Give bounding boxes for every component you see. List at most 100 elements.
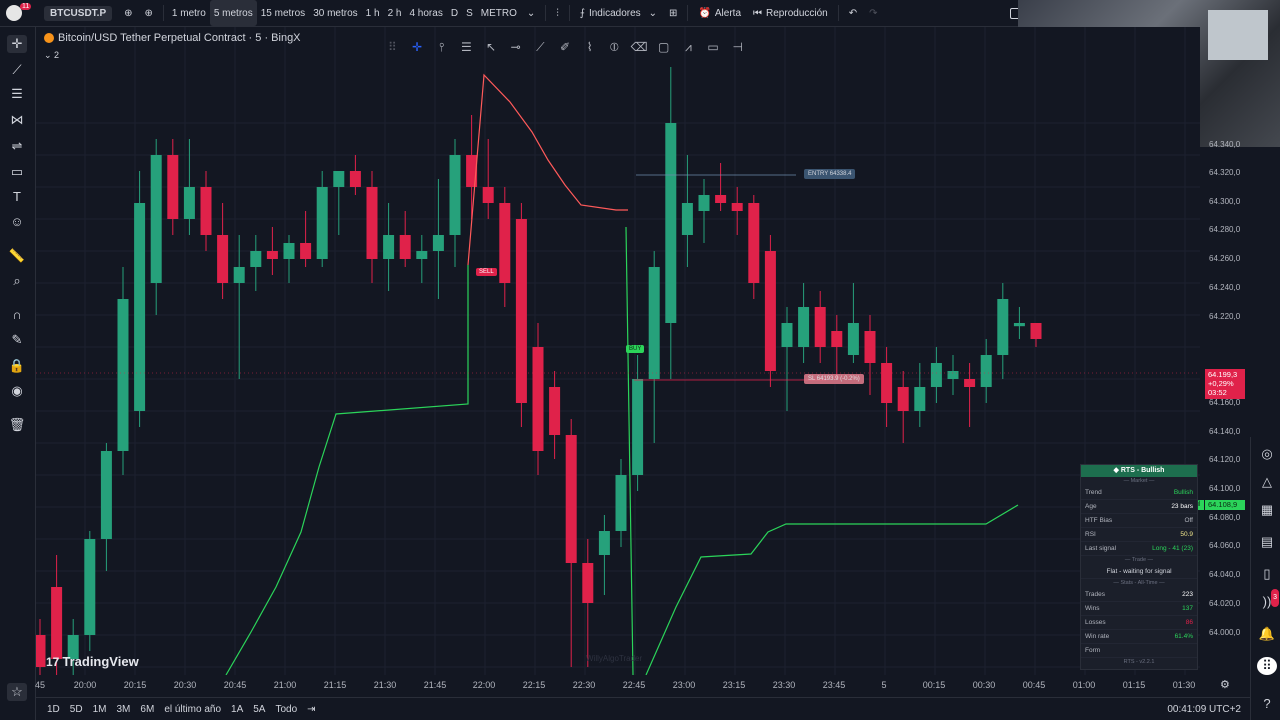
profile-button[interactable]: 11 <box>0 0 32 26</box>
pattern-icon[interactable]: ⋈ <box>7 111 27 129</box>
zoom-icon[interactable]: ⌕ <box>7 272 27 290</box>
timeframe-button[interactable]: 5 metros <box>209 0 257 26</box>
crosshair-icon[interactable]: ✛ <box>7 35 27 53</box>
vertical-line-icon[interactable]: ⦶ <box>602 40 627 55</box>
undo-button[interactable]: ↶ <box>843 0 863 26</box>
ray-icon[interactable]: ⟋ <box>528 40 553 55</box>
range-button[interactable]: 1D <box>42 704 65 715</box>
rts-row-label: RSI <box>1085 531 1096 538</box>
trend-line-icon[interactable]: ⟋ <box>7 61 27 79</box>
alert-button[interactable]: ⏰ Alerta <box>692 0 747 26</box>
favorites-icon[interactable]: ☆ <box>7 683 27 701</box>
polyline-icon[interactable]: ⩘ <box>676 40 701 55</box>
candle-body <box>665 123 677 323</box>
indicators-button[interactable]: ⨍ Indicadores ⌄ <box>574 0 663 26</box>
eye-icon[interactable]: ◉ <box>7 382 27 400</box>
apps-grid-icon[interactable]: ⠿ <box>1257 657 1277 675</box>
candle-body <box>233 267 245 283</box>
path-icon[interactable]: ⌇ <box>577 40 602 54</box>
trash-icon[interactable]: 🗑 <box>7 416 27 434</box>
candles-icon: ⫶ <box>556 7 559 19</box>
symbol-search-button[interactable]: BTCUSDT.P <box>38 0 118 26</box>
layouts-button[interactable]: ⊞ <box>663 0 683 26</box>
timeframe-dropdown[interactable]: ⌄ <box>521 0 541 26</box>
legend-title[interactable]: Bitcoin/USD Tether Perpetual Contract · … <box>44 32 301 44</box>
rectangle-icon[interactable]: ▢ <box>651 40 676 54</box>
long-position-icon[interactable]: ⫯ <box>429 40 454 55</box>
redo-button[interactable]: ↷ <box>863 0 883 26</box>
time-axis[interactable]: 45 20:00 20:15 20:30 20:45 21:00 21:15 21:30 21:… <box>35 676 1250 694</box>
range-button[interactable]: 6M <box>135 704 159 715</box>
prediction-icon[interactable]: ⇌ <box>7 137 27 155</box>
candle-body <box>947 371 959 379</box>
target-icon[interactable]: ◎ <box>1257 445 1277 463</box>
timeframe-button[interactable]: 4 horas <box>405 0 446 26</box>
crosshair-icon[interactable]: ✛ <box>405 40 430 54</box>
range-button[interactable]: el último año <box>159 704 226 715</box>
range-button[interactable]: Todo <box>270 704 302 715</box>
screener-icon[interactable]: ▯ <box>1257 565 1277 583</box>
stream-icon[interactable]: )) 3 <box>1257 589 1279 611</box>
ideas-icon[interactable]: △ <box>1257 473 1277 491</box>
rts-row-value: 223 <box>1182 591 1193 598</box>
cursor-icon[interactable]: ↖ <box>479 40 504 54</box>
price-axis-label: 64.020,0 <box>1209 599 1241 608</box>
range-button[interactable]: 5D <box>65 704 88 715</box>
buy-label: BUY <box>626 345 645 353</box>
ruler-icon[interactable]: 📏 <box>7 247 27 265</box>
compare-button[interactable]: ⊕ <box>118 0 138 26</box>
range-button[interactable]: 1A <box>226 704 248 715</box>
settings-icon[interactable]: ⚙ <box>1220 678 1230 691</box>
candle-body <box>217 235 229 283</box>
eraser-icon[interactable]: ⌫ <box>627 40 652 54</box>
text-icon[interactable]: T <box>7 188 27 206</box>
candle-body <box>582 563 594 603</box>
data-window-icon[interactable]: ▤ <box>1257 533 1277 551</box>
rts-section-market-label: Market <box>1130 478 1148 484</box>
time-axis-label: 21:00 <box>273 680 297 690</box>
range-button[interactable]: 1M <box>88 704 112 715</box>
timeframe-button[interactable]: 1 h <box>362 0 384 26</box>
help-icon[interactable]: ? <box>1257 695 1277 713</box>
timeframe-button[interactable]: METRO <box>477 0 521 26</box>
calendar-icon[interactable]: ▦ <box>1257 501 1277 519</box>
candle-body <box>84 539 96 635</box>
timeframe-button[interactable]: D <box>447 0 462 26</box>
price-axis[interactable]: 64.340,0 64.320,0 64.300,0 64.280,0 64.260,0… <box>1200 27 1250 675</box>
brush-icon[interactable]: ✐ <box>553 40 578 54</box>
date-range-icon[interactable]: ⇥ <box>302 704 320 715</box>
candle-body <box>997 299 1009 355</box>
magnet-icon[interactable]: ∩ <box>7 306 27 324</box>
rts-row-label: Wins <box>1085 605 1100 612</box>
fib-icon[interactable]: ☰ <box>454 40 479 54</box>
timeframe-button[interactable]: S <box>462 0 477 26</box>
timeframe-button[interactable]: 15 metros <box>257 0 309 26</box>
rts-row: Win rate 61.4% <box>1081 630 1197 644</box>
timeframe-button[interactable]: 2 h <box>384 0 406 26</box>
legend-collapse-button[interactable]: ⌄ 2 <box>44 50 59 61</box>
measure-icon[interactable]: ⊣ <box>725 40 750 54</box>
notifications-icon[interactable]: 🔔 <box>1257 625 1277 643</box>
redo-icon: ↷ <box>869 7 878 19</box>
clock[interactable]: 00:41:09 UTC+2 <box>1162 704 1246 715</box>
horizontal-line-icon[interactable]: ⊸ <box>503 40 528 54</box>
chart-pane[interactable]: SELL BUY ENTRY 64338.4 SL 64193.9 (-0.2%… <box>36 27 1200 675</box>
plus-icon: ⊕ <box>144 7 153 19</box>
add-symbol-button[interactable]: ⊕ <box>139 0 159 26</box>
timeframe-button[interactable]: 1 metro <box>168 0 210 26</box>
chart-type-button[interactable]: ⫶ <box>550 0 565 26</box>
replay-button[interactable]: ⏮ Reproducción <box>747 0 834 26</box>
range-button[interactable]: 3M <box>112 704 136 715</box>
lock-drawing-icon[interactable]: ✎ <box>7 331 27 349</box>
candle-body <box>300 243 312 259</box>
emoji-icon[interactable]: ☺ <box>7 213 27 231</box>
drag-handle-icon[interactable]: ⠿ <box>380 40 405 54</box>
candle-body <box>250 251 262 267</box>
trail-line-bull-2 <box>625 226 634 675</box>
lock-icon[interactable]: 🔒 <box>7 357 27 375</box>
range-button[interactable]: 5A <box>248 704 270 715</box>
fib-retracement-icon[interactable]: ☰ <box>7 85 27 103</box>
shapes-icon[interactable]: ▭ <box>7 163 27 181</box>
timeframe-button[interactable]: 30 metros <box>309 0 361 26</box>
comment-icon[interactable]: ▭ <box>701 40 726 54</box>
